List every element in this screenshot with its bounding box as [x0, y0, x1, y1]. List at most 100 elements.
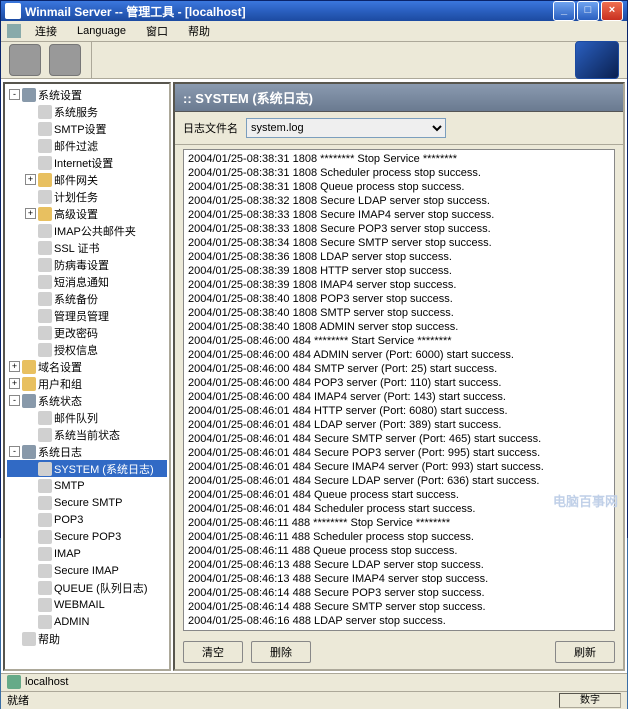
tree-item[interactable]: POP3 [7, 511, 167, 528]
expand-toggle[interactable]: + [25, 208, 36, 219]
tree-item[interactable]: Secure IMAP [7, 562, 167, 579]
expand-toggle[interactable]: + [25, 174, 36, 185]
clear-button[interactable]: 清空 [183, 641, 243, 663]
tree-item[interactable]: 系统备份 [7, 290, 167, 307]
menu-help[interactable]: 帮助 [180, 21, 218, 41]
delete-button[interactable]: 删除 [251, 641, 311, 663]
tree-item[interactable]: WEBMAIL [7, 596, 167, 613]
tree-item[interactable]: 授权信息 [7, 341, 167, 358]
tree-label: 防病毒设置 [54, 257, 109, 273]
tree-label: IMAP公共邮件夹 [54, 223, 136, 239]
log-line: 2004/01/25-08:46:01 484 LDAP server (Por… [188, 418, 610, 432]
page-icon [38, 615, 52, 629]
tree-item[interactable]: QUEUE (队列日志) [7, 579, 167, 596]
tree-label: 邮件网关 [54, 172, 98, 188]
expand-toggle[interactable]: - [9, 89, 20, 100]
tree-item[interactable]: 系统当前状态 [7, 426, 167, 443]
log-line: 2004/01/25-08:46:01 484 Queue process st… [188, 488, 610, 502]
tree-label: 管理员管理 [54, 308, 109, 324]
page-icon [38, 428, 52, 442]
minimize-button[interactable]: _ [553, 1, 575, 21]
tree-item[interactable]: +高级设置 [7, 205, 167, 222]
tree-item[interactable]: 邮件过滤 [7, 137, 167, 154]
tree-label: 系统备份 [54, 291, 98, 307]
log-line: 2004/01/25-08:46:01 484 HTTP server (Por… [188, 404, 610, 418]
page-icon [38, 343, 52, 357]
filter-label: 日志文件名 [183, 120, 238, 136]
tree-item[interactable]: - 系统状态 [7, 392, 167, 409]
tree-label: 用户和组 [38, 376, 82, 392]
page-icon [38, 309, 52, 323]
page-icon [38, 411, 52, 425]
tree-item[interactable]: - 系统日志 [7, 443, 167, 460]
toolbar-button-1[interactable] [9, 44, 41, 76]
tree-label: SSL 证书 [54, 240, 99, 256]
nav-tree[interactable]: -系统设置系统服务SMTP设置邮件过滤Internet设置 + 邮件网关计划任务+高… [3, 82, 171, 671]
tree-item[interactable]: 系统服务 [7, 103, 167, 120]
page-icon [38, 292, 52, 306]
tree-label: 系统状态 [38, 393, 82, 409]
tree-label: Secure IMAP [54, 565, 119, 577]
logfile-select[interactable]: system.log [246, 118, 446, 138]
tree-item[interactable]: SMTP设置 [7, 120, 167, 137]
log-line: 2004/01/25-08:46:11 488 Queue process st… [188, 544, 610, 558]
folder-icon [38, 173, 52, 187]
page-icon [38, 598, 52, 612]
toolbar-divider [91, 42, 92, 78]
tree-item[interactable]: SSL 证书 [7, 239, 167, 256]
menu-connect[interactable]: 连接 [27, 21, 65, 41]
log-line: 2004/01/25-08:46:16 488 LDAP server stop… [188, 614, 610, 628]
tree-item[interactable]: + 用户和组 [7, 375, 167, 392]
log-line: 2004/01/25-08:38:33 1808 Secure IMAP4 se… [188, 208, 610, 222]
tree-item[interactable]: SMTP [7, 477, 167, 494]
tree-label: SMTP设置 [54, 121, 107, 137]
expand-toggle[interactable]: + [9, 361, 20, 372]
expand-toggle[interactable]: - [9, 446, 20, 457]
tree-item[interactable]: 邮件队列 [7, 409, 167, 426]
tree-item[interactable]: IMAP公共邮件夹 [7, 222, 167, 239]
log-line: 2004/01/25-08:46:01 484 Secure SMTP serv… [188, 432, 610, 446]
log-line: 2004/01/25-08:46:14 488 Secure SMTP serv… [188, 600, 610, 614]
tree-item[interactable]: + 邮件网关 [7, 171, 167, 188]
expand-toggle[interactable]: + [9, 378, 20, 389]
expand-toggle[interactable]: - [9, 395, 20, 406]
tree-item[interactable]: Secure POP3 [7, 528, 167, 545]
tree-item[interactable]: + 域名设置 [7, 358, 167, 375]
log-line: 2004/01/25-08:46:01 484 Secure LDAP serv… [188, 474, 610, 488]
tree-label: 系统服务 [54, 104, 98, 120]
log-line: 2004/01/25-08:46:00 484 ADMIN server (Po… [188, 348, 610, 362]
toolbar-button-2[interactable] [49, 44, 81, 76]
log-textarea[interactable]: 2004/01/25-08:38:31 1808 ******** Stop S… [183, 149, 615, 631]
maximize-button[interactable]: □ [577, 1, 599, 21]
tree-item[interactable]: SYSTEM (系统日志) [7, 460, 167, 477]
tree-label: 系统日志 [38, 444, 82, 460]
tree-item[interactable]: ADMIN [7, 613, 167, 630]
close-button[interactable]: × [601, 1, 623, 21]
tree-item[interactable]: 防病毒设置 [7, 256, 167, 273]
tree-item[interactable]: IMAP [7, 545, 167, 562]
menu-window[interactable]: 窗口 [138, 21, 176, 41]
page-icon [38, 139, 52, 153]
tree-item[interactable]: 短消息通知 [7, 273, 167, 290]
statusbar: localhost 就绪 数字 [1, 673, 627, 709]
tree-item[interactable]: 计划任务 [7, 188, 167, 205]
tree-label: 授权信息 [54, 342, 98, 358]
main-window: Winmail Server -- 管理工具 - [localhost] _ □… [0, 0, 628, 538]
tree-item[interactable]: 管理员管理 [7, 307, 167, 324]
tree-label: 域名设置 [38, 359, 82, 375]
page-icon [38, 530, 52, 544]
tree-item[interactable]: -系统设置 [7, 86, 167, 103]
tree-item[interactable]: 更改密码 [7, 324, 167, 341]
page-icon [38, 105, 52, 119]
log-line: 2004/01/25-08:38:39 1808 IMAP4 server st… [188, 278, 610, 292]
tree-item[interactable]: Internet设置 [7, 154, 167, 171]
tree-item[interactable]: 帮助 [7, 630, 167, 647]
log-line: 2004/01/25-08:38:40 1808 POP3 server sto… [188, 292, 610, 306]
tree-label: 更改密码 [54, 325, 98, 341]
body-area: -系统设置系统服务SMTP设置邮件过滤Internet设置 + 邮件网关计划任务+高… [1, 79, 627, 673]
content-panel: :: SYSTEM (系统日志) 日志文件名 system.log 2004/0… [173, 82, 625, 671]
refresh-button[interactable]: 刷新 [555, 641, 615, 663]
tree-item[interactable]: Secure SMTP [7, 494, 167, 511]
menu-language[interactable]: Language [69, 23, 134, 39]
page-icon [38, 581, 52, 595]
